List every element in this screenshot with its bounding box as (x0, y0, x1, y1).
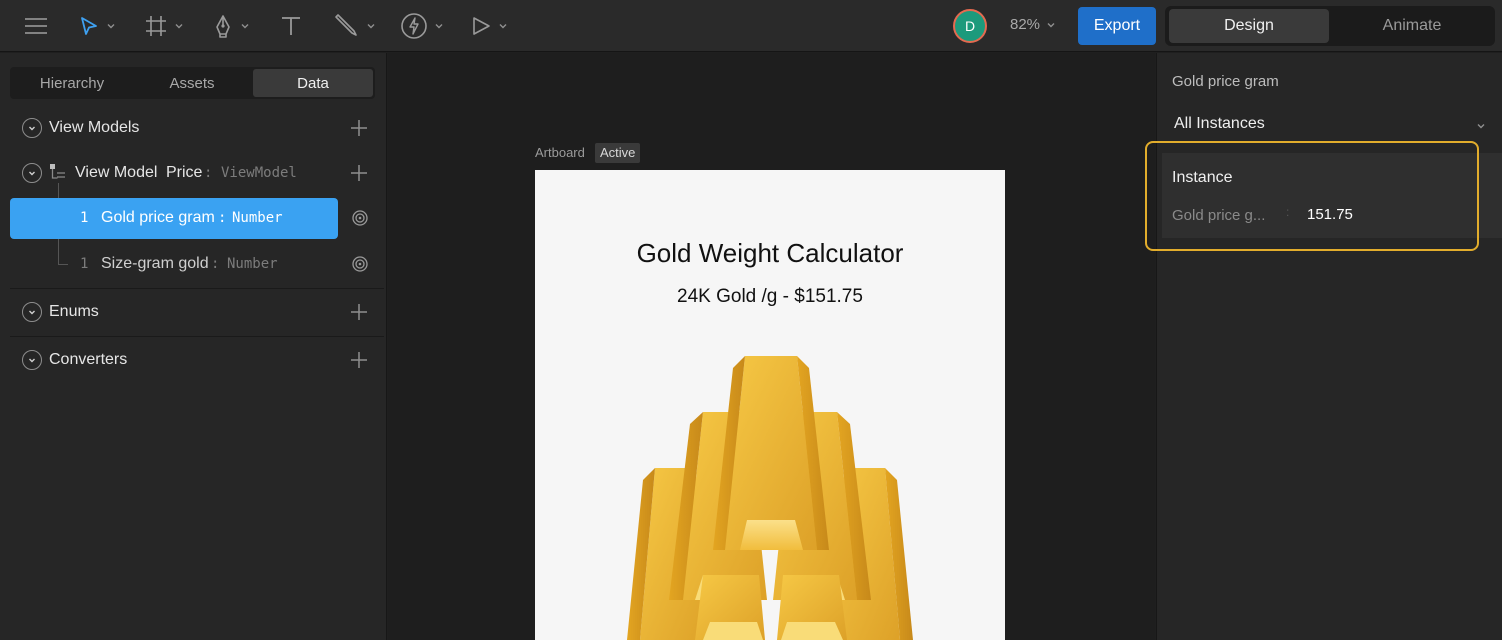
property-index: 1 (80, 256, 89, 272)
instance-property-value[interactable]: 151.75 (1307, 206, 1353, 223)
add-icon[interactable] (349, 302, 369, 322)
section-label: Enums (49, 303, 99, 320)
chevron-down-icon (175, 24, 183, 29)
section-converters[interactable]: Converters (0, 340, 386, 380)
pen-tool-button[interactable] (212, 8, 250, 44)
instances-select-value: All Instances (1174, 115, 1265, 132)
spiral-binding-icon[interactable] (351, 255, 369, 273)
app-window: D 82% Export Design Animate Hierarchy As… (0, 0, 1502, 640)
text-tool-button[interactable] (280, 8, 302, 44)
artboard-subtitle: 24K Gold /g - $151.75 (677, 286, 863, 307)
section-label: Converters (49, 351, 128, 368)
chevron-down-icon (1477, 124, 1485, 129)
artboard-label: Artboard (535, 145, 585, 160)
chevron-down-icon[interactable] (22, 118, 42, 138)
active-badge: Active (595, 143, 641, 163)
artboard-frame-icon (146, 16, 166, 36)
chevron-down-icon (107, 24, 115, 29)
section-divider (10, 336, 384, 337)
select-tool-button[interactable] (78, 8, 116, 44)
design-canvas[interactable]: Artboard Active Gold Weight Calculator 2… (388, 53, 1155, 640)
add-icon[interactable] (349, 350, 369, 370)
property-row-size-gram-gold[interactable]: 1 Size-gram gold : Number (0, 244, 386, 284)
section-view-models[interactable]: View Models (0, 108, 386, 148)
design-mode-tab[interactable]: Design (1169, 9, 1329, 43)
instances-select[interactable]: All Instances (1174, 115, 1494, 137)
property-separator: : (211, 256, 220, 272)
add-icon[interactable] (349, 118, 369, 138)
property-panel-title: Gold price gram (1172, 73, 1279, 90)
chevron-down-icon[interactable] (22, 302, 42, 322)
select-arrow-icon (81, 17, 97, 35)
pen-tool-icon (216, 15, 230, 38)
chevron-down-icon (367, 24, 375, 29)
play-icon (473, 17, 490, 35)
zoom-value: 82% (1010, 16, 1041, 33)
property-index: 1 (80, 210, 89, 226)
brush-tool-button[interactable] (332, 8, 376, 44)
view-model-type: ViewModel (221, 165, 297, 181)
artboard-title: Gold Weight Calculator (636, 238, 904, 268)
gold-bars-illustration (627, 356, 913, 640)
chevron-down-icon[interactable] (22, 163, 42, 183)
section-enums[interactable]: Enums (0, 292, 386, 332)
artboard-tool-button[interactable] (144, 8, 184, 44)
left-panel-tabs: Hierarchy Assets Data (10, 67, 375, 99)
export-button[interactable]: Export (1078, 7, 1156, 45)
lightning-icon (401, 13, 427, 39)
lightning-tool-button[interactable] (400, 8, 444, 44)
chevron-down-icon[interactable] (22, 350, 42, 370)
brush-tool-icon (335, 14, 357, 36)
zoom-dropdown[interactable]: 82% (1010, 16, 1056, 33)
chevron-down-icon (499, 24, 507, 29)
property-name: Gold price gram (101, 209, 215, 226)
tab-assets[interactable]: Assets (132, 69, 252, 97)
hamburger-menu-icon[interactable] (24, 8, 48, 44)
property-colon: : (1286, 205, 1290, 219)
text-tool-icon (282, 17, 300, 35)
add-icon[interactable] (349, 163, 369, 183)
instance-label: Instance (1172, 169, 1233, 186)
view-model-icon (50, 164, 65, 179)
section-label: View Models (49, 119, 140, 136)
right-panel: Gold price gram All Instances Instance G… (1145, 53, 1502, 640)
tab-hierarchy[interactable]: Hierarchy (12, 69, 132, 97)
view-model-name: Price (166, 164, 203, 181)
top-toolbar: D 82% Export Design Animate (0, 0, 1502, 52)
play-tool-button[interactable] (470, 8, 508, 44)
animate-mode-tab[interactable]: Animate (1333, 9, 1491, 43)
property-separator: : (218, 210, 227, 226)
mode-switch: Design Animate (1165, 6, 1495, 46)
chevron-down-icon (435, 24, 443, 29)
spiral-binding-icon[interactable] (351, 209, 369, 227)
property-name: Size-gram gold (101, 255, 209, 272)
highlight-outline (1145, 141, 1479, 251)
property-type: Number (227, 256, 278, 272)
chevron-down-icon (1047, 22, 1055, 27)
left-panel: Hierarchy Assets Data View Models View M… (0, 53, 387, 640)
chevron-down-icon (241, 24, 249, 29)
property-type: Number (232, 210, 283, 226)
view-model-separator: : (204, 165, 213, 181)
view-model-label: View Model (75, 164, 158, 181)
tab-data[interactable]: Data (253, 69, 373, 97)
instance-property-label: Gold price g... (1172, 207, 1266, 224)
user-avatar[interactable]: D (953, 9, 987, 43)
property-row-gold-price-gram[interactable]: 1 Gold price gram : Number (0, 198, 386, 238)
section-divider (10, 288, 384, 289)
artboard[interactable]: Gold Weight Calculator 24K Gold /g - $15… (535, 170, 1005, 640)
